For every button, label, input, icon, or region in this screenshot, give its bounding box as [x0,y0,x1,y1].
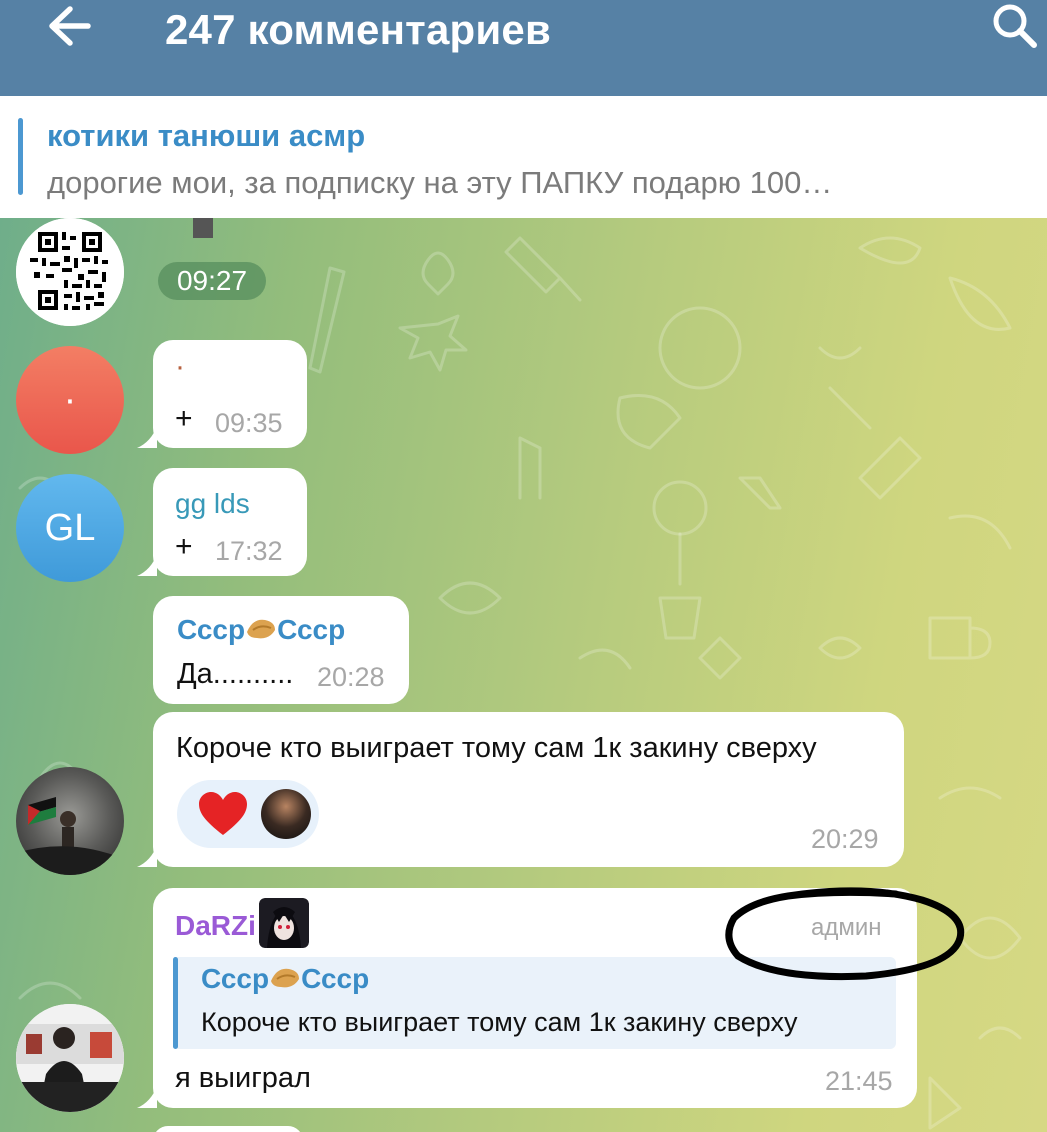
message-bubble[interactable]: gg lds + 17:32 [137,468,307,576]
message-text: Короче кто выиграет тому сам 1к закину с… [176,732,817,764]
message-time: 17:32 [215,536,283,566]
message-time: 09:27 [158,262,266,300]
sender-name[interactable]: DaRZi [175,910,256,942]
message-text: я выиграл [175,1062,311,1094]
message-bubble[interactable]: Короче кто выиграет тому сам 1к закину с… [137,712,904,867]
sender-first-name: Ссср [177,614,246,645]
arrow-left-icon [49,6,91,46]
bubble-tail [137,1086,157,1108]
avatar[interactable]: · [16,346,124,454]
media-fragment [193,218,213,238]
sender-last-name: Ссср [277,614,346,645]
pinned-post-text: дорогие мои, за подписку на эту ПАПКУ по… [47,165,833,200]
pinned-post-title: котики танюши асмр [47,118,366,153]
plus-sign: + [175,530,193,563]
bubble-tail [137,554,157,576]
message-time: 20:29 [811,824,879,854]
page-title: 247 комментариев [165,6,551,53]
plus-sign: + [175,402,193,435]
message-time: 20:28 [317,662,385,692]
message-bubble[interactable]: · + 09:35 [137,340,307,448]
qr-code-icon [16,218,124,326]
bubble-tail [137,426,157,448]
top-app-bar: 247 комментариев [0,0,1047,96]
bubble-tail [137,845,157,867]
reactor-avatar [261,789,311,839]
search-icon [993,4,1037,48]
pinned-accent-bar [18,118,23,195]
message-time: 21:45 [825,1066,893,1096]
reply-sender-last-name: Ссср [301,963,370,994]
sender-name[interactable]: gg lds [175,488,250,520]
sender-name[interactable]: Ссср Ссср [177,614,345,646]
avatar-photo [16,797,124,875]
reply-sender: Ссср Ссср [201,963,369,995]
reaction-chip[interactable] [177,780,319,848]
reply-sender-first-name: Ссср [201,963,270,994]
avatar-initials: GL [44,506,96,549]
search-button[interactable] [987,0,1047,56]
avatar[interactable] [16,1004,124,1112]
heart-icon [199,792,247,835]
avatar[interactable] [16,218,124,326]
hand-drawn-circle-annotation [725,887,965,981]
message-bubble[interactable] [153,1126,303,1132]
message-time: 09:35 [215,408,283,438]
message-text: Да.......... [177,658,294,690]
avatar-photo [16,1004,124,1112]
message-text: · [175,350,185,383]
sender-first-name: DaRZi [175,910,256,941]
message-bubble[interactable]: Ссср Ссср Да.......... 20:28 [153,596,409,704]
reply-text: Короче кто выиграет тому сам 1к закину с… [201,1007,798,1037]
fortune-cookie-icon [247,619,276,639]
avatar[interactable] [16,767,124,875]
reply-accent-bar [173,957,178,1049]
avatar[interactable]: GL [16,474,124,582]
back-button[interactable] [40,0,104,56]
avatar-initials: · [63,378,77,421]
emoji-status-icon [259,898,309,948]
chat-area[interactable]: 09:27 · · + 09:35 GL gg lds + 17:32 Ссср… [0,218,1047,1132]
fortune-cookie-icon [271,968,300,988]
